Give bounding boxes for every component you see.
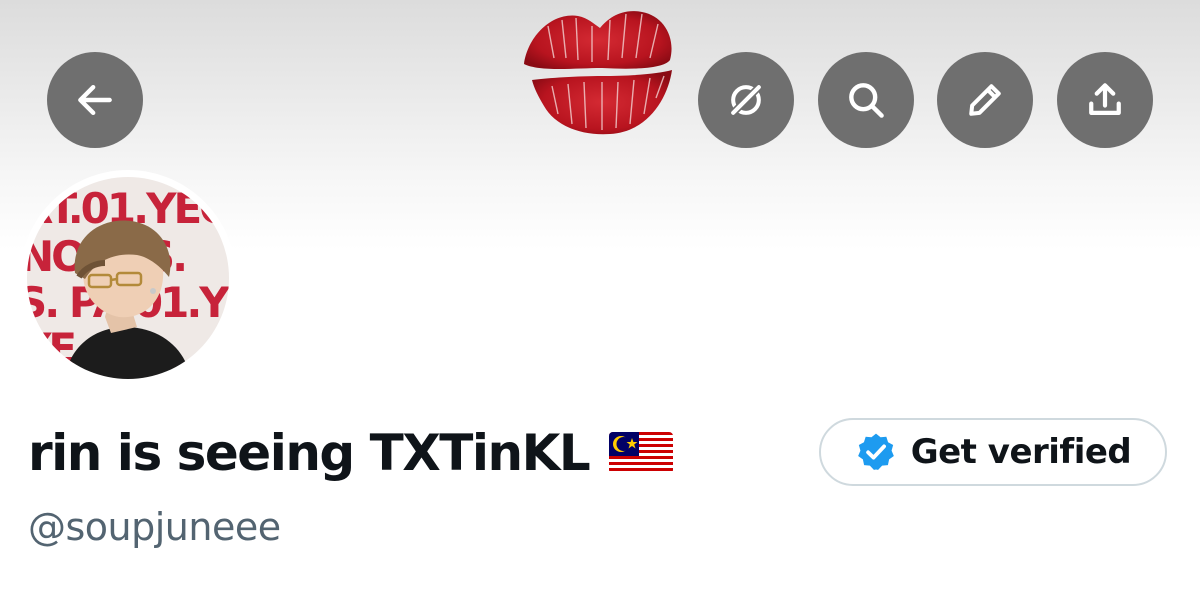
svg-text:YE: YE: [27, 324, 74, 373]
username-handle: @soupjuneee: [28, 505, 281, 549]
get-verified-label: Get verified: [910, 432, 1132, 472]
get-verified-button[interactable]: Get verified: [819, 418, 1167, 486]
share-icon: [1089, 83, 1121, 115]
profile-page: RT.01.YEO NO ELS. S. PA 01.Y YE rin is s…: [0, 0, 1200, 601]
verified-badge-icon: [857, 433, 894, 470]
grok-button[interactable]: [698, 52, 794, 148]
avatar-frame[interactable]: RT.01.YEO NO ELS. S. PA 01.Y YE: [20, 170, 236, 386]
share-button[interactable]: [1057, 52, 1153, 148]
display-name-row: rin is seeing TXTinKL: [28, 418, 674, 488]
grok-icon: [728, 82, 764, 118]
search-icon: [849, 83, 884, 118]
malaysia-flag-icon: [609, 432, 674, 474]
kiss-mark-image: [524, 11, 672, 135]
back-button[interactable]: [47, 52, 143, 148]
search-button[interactable]: [818, 52, 914, 148]
avatar-image: RT.01.YEO NO ELS. S. PA 01.Y YE: [27, 177, 229, 379]
back-arrow-icon: [78, 84, 112, 116]
display-name: rin is seeing TXTinKL: [28, 424, 591, 482]
edit-button[interactable]: [937, 52, 1033, 148]
pencil-icon: [969, 84, 1001, 116]
avatar[interactable]: RT.01.YEO NO ELS. S. PA 01.Y YE: [27, 177, 229, 379]
